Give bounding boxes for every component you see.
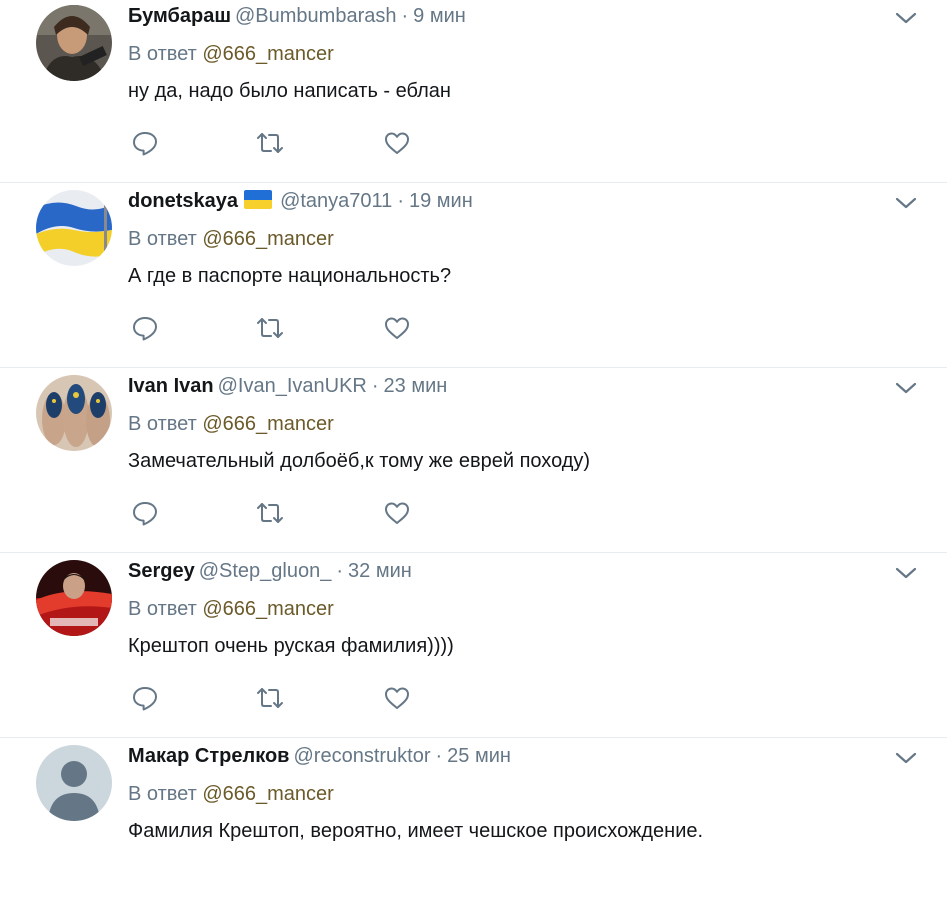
timestamp[interactable]: 25 мин bbox=[447, 745, 511, 767]
retweet-icon[interactable] bbox=[256, 499, 284, 527]
separator-dot: · bbox=[371, 375, 379, 397]
tweet-text: Фамилия Крештоп, вероятно, имеет чешское… bbox=[128, 820, 704, 842]
author-handle[interactable]: @reconstruktor bbox=[293, 745, 430, 767]
tweet-header: Ivan Ivan @Ivan_IvanUKR · 23 мин bbox=[128, 372, 447, 400]
heart-icon[interactable] bbox=[383, 499, 411, 527]
reply-target-link[interactable]: @666_mancer bbox=[202, 598, 333, 620]
avatar[interactable] bbox=[36, 5, 112, 81]
reply-context: В ответ @666_mancer bbox=[128, 225, 334, 253]
separator-dot: · bbox=[435, 745, 443, 767]
chevron-down-icon[interactable] bbox=[893, 564, 919, 582]
reply-context: В ответ @666_mancer bbox=[128, 40, 334, 68]
reply-prefix: В ответ bbox=[128, 598, 197, 620]
author-name[interactable]: Бумбараш bbox=[128, 5, 231, 27]
reply-icon[interactable] bbox=[131, 129, 159, 157]
reply-context: В ответ @666_mancer bbox=[128, 595, 334, 623]
ukraine-flag-icon bbox=[244, 190, 273, 209]
separator-dot: · bbox=[336, 560, 344, 582]
chevron-down-icon[interactable] bbox=[893, 749, 919, 767]
reply-icon[interactable] bbox=[131, 499, 159, 527]
tweet-header: Бумбараш @Bumbumbarash · 9 мин bbox=[128, 2, 466, 30]
tweet-header: Sergey @Step_gluon_ · 32 мин bbox=[128, 557, 412, 585]
heart-icon[interactable] bbox=[383, 314, 411, 342]
tweet[interactable]: donetskaya @tanya7011 · 19 мин В ответ @666… bbox=[0, 183, 947, 368]
reply-context: В ответ @666_mancer bbox=[128, 780, 334, 808]
reply-target-link[interactable]: @666_mancer bbox=[202, 43, 333, 65]
reply-target-link[interactable]: @666_mancer bbox=[202, 413, 333, 435]
timestamp[interactable]: 23 мин bbox=[384, 375, 448, 397]
separator-dot: · bbox=[397, 190, 404, 212]
tweet-text: А где в паспорте национальность? bbox=[128, 265, 452, 287]
heart-icon[interactable] bbox=[383, 684, 411, 712]
reply-prefix: В ответ bbox=[128, 413, 197, 435]
avatar[interactable] bbox=[36, 560, 112, 636]
tweet-text: Замечательный долбоёб,к тому же еврей по… bbox=[128, 450, 591, 472]
tweet-text: Крештоп очень руская фамилия)))) bbox=[128, 635, 454, 657]
avatar[interactable] bbox=[36, 745, 112, 821]
avatar[interactable] bbox=[36, 190, 112, 266]
author-name[interactable]: Sergey bbox=[128, 560, 195, 582]
author-name[interactable]: Макар Стрелков bbox=[128, 745, 289, 767]
tweet[interactable]: Макар Стрелков @reconstruktor · 25 мин В от… bbox=[0, 738, 947, 923]
author-name[interactable]: donetskaya bbox=[128, 190, 238, 212]
author-name[interactable]: Ivan Ivan bbox=[128, 375, 214, 397]
author-handle[interactable]: @Bumbumbarash bbox=[235, 5, 396, 27]
author-handle[interactable]: @Step_gluon_ bbox=[199, 560, 332, 582]
retweet-icon[interactable] bbox=[256, 129, 284, 157]
reply-feed: Бумбараш @Bumbumbarash · 9 мин В ответ @666… bbox=[0, 0, 947, 851]
reply-prefix: В ответ bbox=[128, 228, 197, 250]
heart-icon[interactable] bbox=[383, 129, 411, 157]
reply-prefix: В ответ bbox=[128, 783, 197, 805]
separator-dot: · bbox=[401, 5, 409, 27]
chevron-down-icon[interactable] bbox=[893, 194, 919, 212]
reply-icon[interactable] bbox=[131, 314, 159, 342]
tweet[interactable]: Sergey @Step_gluon_ · 32 мин В ответ @666_m… bbox=[0, 553, 947, 738]
reply-icon[interactable] bbox=[131, 684, 159, 712]
author-handle[interactable]: @Ivan_IvanUKR bbox=[218, 375, 367, 397]
author-handle[interactable]: @tanya7011 bbox=[280, 190, 392, 212]
retweet-icon[interactable] bbox=[256, 314, 284, 342]
reply-target-link[interactable]: @666_mancer bbox=[202, 228, 333, 250]
reply-context: В ответ @666_mancer bbox=[128, 410, 334, 438]
tweet[interactable]: Бумбараш @Bumbumbarash · 9 мин В ответ @666… bbox=[0, 0, 947, 183]
timestamp[interactable]: 9 мин bbox=[413, 5, 466, 27]
timestamp[interactable]: 32 мин bbox=[348, 560, 412, 582]
tweet-text: ну да, надо было написать - еблан bbox=[128, 80, 451, 102]
reply-target-link[interactable]: @666_mancer bbox=[202, 783, 333, 805]
timestamp[interactable]: 19 мин bbox=[409, 190, 473, 212]
tweet-header: donetskaya @tanya7011 · 19 мин bbox=[128, 187, 473, 215]
chevron-down-icon[interactable] bbox=[893, 9, 919, 27]
retweet-icon[interactable] bbox=[256, 684, 284, 712]
chevron-down-icon[interactable] bbox=[893, 379, 919, 397]
tweet[interactable]: Ivan Ivan @Ivan_IvanUKR · 23 мин В ответ @6… bbox=[0, 368, 947, 553]
avatar[interactable] bbox=[36, 375, 112, 451]
reply-prefix: В ответ bbox=[128, 43, 197, 65]
tweet-header: Макар Стрелков @reconstruktor · 25 мин bbox=[128, 742, 511, 770]
